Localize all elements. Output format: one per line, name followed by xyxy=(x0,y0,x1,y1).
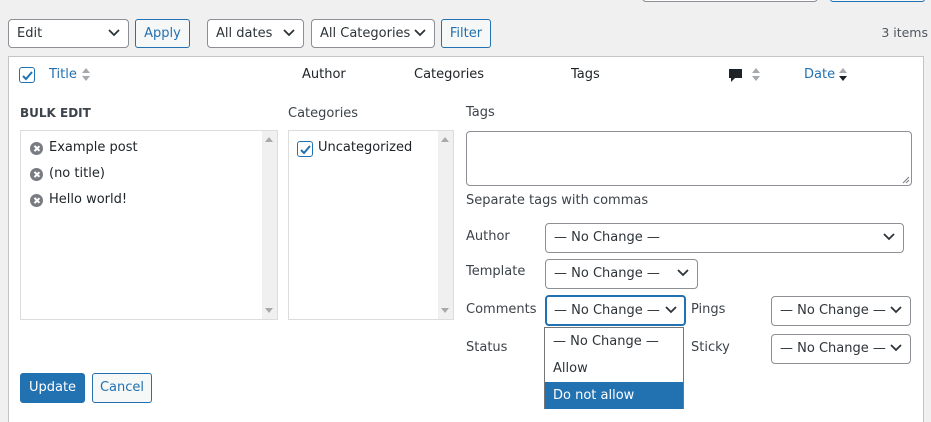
list-item: Hello world! xyxy=(30,192,250,210)
chevron-down-icon xyxy=(890,344,902,352)
category-checkbox[interactable] xyxy=(297,141,313,157)
categories-checklist[interactable]: Uncategorized xyxy=(288,130,454,320)
column-author: Author xyxy=(302,67,346,82)
post-title: (no title) xyxy=(49,166,105,181)
update-button[interactable]: Update xyxy=(20,373,85,403)
bulk-edit-panel: BULK EDIT Example post (no title) Hello … xyxy=(8,92,924,422)
chevron-down-icon xyxy=(414,29,426,37)
category-name: Uncategorized xyxy=(318,140,413,155)
pings-select-value: — No Change — xyxy=(780,303,886,318)
template-select[interactable]: — No Change — xyxy=(545,259,698,289)
sort-icon[interactable] xyxy=(752,68,760,81)
chevron-down-icon xyxy=(890,306,902,314)
bulk-action-select[interactable]: Edit xyxy=(8,19,129,48)
apply-button[interactable]: Apply xyxy=(135,19,190,48)
template-label: Template xyxy=(466,264,526,279)
column-tags: Tags xyxy=(571,67,600,82)
top-right-button-edge[interactable] xyxy=(830,0,925,2)
post-title: Hello world! xyxy=(49,192,128,207)
date-filter-value: All dates xyxy=(216,26,273,41)
sticky-label: Sticky xyxy=(691,340,730,355)
sticky-select[interactable]: — No Change — xyxy=(771,334,911,364)
top-right-input-edge[interactable] xyxy=(642,0,818,2)
list-item[interactable]: Uncategorized xyxy=(297,140,437,158)
column-title[interactable]: Title xyxy=(49,67,77,82)
tags-hint: Separate tags with commas xyxy=(466,193,649,208)
dropdown-option[interactable]: — No Change — xyxy=(545,328,683,355)
sticky-select-value: — No Change — xyxy=(780,341,886,356)
scrollbar[interactable] xyxy=(262,131,277,319)
pings-label: Pings xyxy=(691,302,726,317)
bulk-action-value: Edit xyxy=(17,26,43,41)
items-count: 3 items xyxy=(881,25,928,40)
filter-button[interactable]: Filter xyxy=(441,19,491,48)
author-select[interactable]: — No Change — xyxy=(545,223,904,253)
scroll-up-arrow-icon[interactable] xyxy=(265,137,273,142)
pings-select[interactable]: — No Change — xyxy=(771,296,911,326)
remove-post-icon[interactable] xyxy=(30,142,43,155)
dropdown-option[interactable]: Allow xyxy=(545,355,683,382)
dropdown-option-highlighted[interactable]: Do not allow xyxy=(545,382,683,409)
template-select-value: — No Change — xyxy=(554,266,660,281)
chevron-down-icon xyxy=(677,269,689,277)
category-filter-value: All Categories xyxy=(320,26,411,41)
cancel-button[interactable]: Cancel xyxy=(92,373,152,403)
author-select-value: — No Change — xyxy=(554,230,660,245)
comments-select-value: — No Change — xyxy=(554,303,660,318)
comments-select[interactable]: — No Change — xyxy=(545,295,686,326)
category-filter-select[interactable]: All Categories xyxy=(311,19,435,48)
bulk-posts-list[interactable]: Example post (no title) Hello world! xyxy=(20,130,278,320)
scroll-up-arrow-icon[interactable] xyxy=(441,137,449,142)
chevron-down-icon xyxy=(283,29,295,37)
tags-label: Tags xyxy=(466,105,495,120)
comments-label: Comments xyxy=(466,302,537,317)
chevron-down-icon xyxy=(883,233,895,241)
post-title: Example post xyxy=(49,140,138,155)
remove-post-icon[interactable] xyxy=(30,194,43,207)
scrollbar[interactable] xyxy=(438,131,453,319)
chevron-down-icon xyxy=(108,29,120,37)
bulk-edit-heading: BULK EDIT xyxy=(20,106,91,120)
sort-icon[interactable] xyxy=(839,68,847,81)
scroll-down-arrow-icon[interactable] xyxy=(441,308,449,313)
resize-handle-icon[interactable] xyxy=(902,176,910,184)
status-label: Status xyxy=(466,340,508,355)
sort-icon[interactable] xyxy=(82,68,90,81)
author-label: Author xyxy=(466,229,510,244)
comments-dropdown-list[interactable]: — No Change — Allow Do not allow xyxy=(544,327,684,409)
column-categories: Categories xyxy=(414,67,485,82)
column-date[interactable]: Date xyxy=(804,67,835,82)
list-item: (no title) xyxy=(30,166,250,184)
checkmark-icon xyxy=(22,71,33,81)
scroll-down-arrow-icon[interactable] xyxy=(265,308,273,313)
table-header: Title Author Categories Tags Date xyxy=(8,56,924,93)
select-all-checkbox[interactable] xyxy=(19,67,35,83)
list-item: Example post xyxy=(30,140,250,158)
checkmark-icon xyxy=(300,145,311,155)
chevron-down-icon xyxy=(665,306,677,314)
categories-label: Categories xyxy=(288,106,359,121)
date-filter-select[interactable]: All dates xyxy=(207,19,304,48)
comment-bubble-icon[interactable] xyxy=(728,68,743,83)
tags-textarea[interactable] xyxy=(466,131,912,186)
remove-post-icon[interactable] xyxy=(30,168,43,181)
